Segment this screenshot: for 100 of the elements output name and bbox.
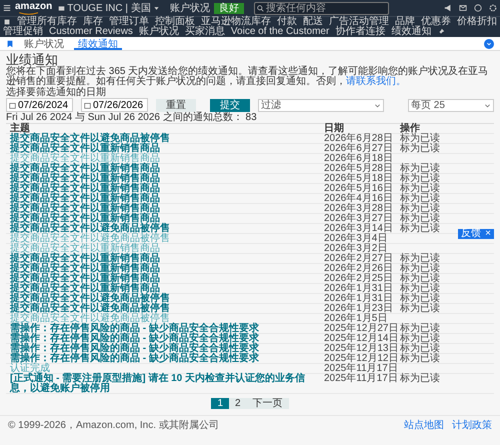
nav-link[interactable]: 管理促销 — [3, 27, 43, 37]
nav-link[interactable]: 买家消息 — [184, 27, 225, 37]
date-cell-text: 2026年3月14日 — [324, 224, 394, 234]
column-header: 日期 — [324, 124, 345, 134]
tab[interactable]: 绩效通知 — [74, 37, 122, 50]
notification-link[interactable]: 提交商品安全文件以重新销售商品 — [10, 164, 160, 174]
health-badge: 良好 — [214, 2, 244, 14]
date-cell-text: 2025年12月12日 — [324, 354, 400, 364]
mark-read-link[interactable]: 标为已读 — [400, 353, 440, 364]
date-field[interactable]: 07/26/2024 — [6, 98, 73, 112]
notification-link[interactable]: 需操作：存在停售风险的商品 - 缺少商品安全合规性要求 — [10, 354, 259, 364]
mark-read-link[interactable]: 标为已读 — [400, 323, 440, 334]
mail-icon[interactable] — [459, 4, 467, 12]
mark-read-link[interactable]: 标为已读 — [400, 303, 440, 314]
calendar-icon — [9, 102, 16, 108]
notification-link[interactable]: 需操作：存在停售风险的商品 - 缺少商品安全合规性要求 — [10, 344, 259, 354]
date-cell-text: 2026年5月16日 — [324, 184, 394, 194]
page-button[interactable]: 2 — [229, 398, 247, 409]
nav-link[interactable]: 账户状况 — [138, 27, 179, 37]
nav-link[interactable]: 管理订单 — [109, 17, 149, 27]
calendar-icon — [84, 102, 91, 108]
nav-link[interactable]: 控制面板 — [155, 17, 195, 27]
notification-link[interactable]: 提交商品安全文件以重新销售商品 — [10, 254, 160, 264]
page-button[interactable]: 1 — [211, 398, 229, 409]
mark-read-link[interactable]: 标为已读 — [400, 333, 440, 344]
reset-button[interactable]: 重置 — [156, 98, 196, 112]
notification-link[interactable]: 提交商品安全文件以避免商品被停售 — [10, 304, 170, 314]
notification-link[interactable]: 提交商品安全文件以重新销售商品 — [10, 174, 160, 184]
mark-read-link[interactable]: 标为已读 — [400, 293, 440, 304]
page-size-dropdown[interactable]: 每页 25 — [408, 98, 494, 112]
mark-read-link[interactable]: 标为已读 — [400, 283, 440, 294]
nav-link[interactable]: 配送 — [303, 17, 323, 27]
bookmark-icon[interactable] — [6, 40, 14, 48]
notification-link[interactable]: 提交商品安全文件以重新销售商品 — [10, 284, 160, 294]
page-button[interactable]: 下一页 — [246, 398, 289, 409]
nav-link[interactable]: 协作者连接 — [335, 27, 386, 37]
footer-link[interactable]: 站点地图 — [404, 421, 444, 431]
chevron-down-icon — [374, 102, 381, 108]
date-cell-text: 2026年5月18日 — [324, 174, 394, 184]
submit-button[interactable]: 提交 — [210, 98, 250, 112]
notification-link[interactable]: 提交商品安全文件以避免商品被停售 — [10, 224, 170, 234]
pin-icon[interactable] — [437, 28, 446, 36]
date-cell-text: 2026年1月5日 — [324, 314, 388, 324]
date-cell-text: 2026年6月27日 — [324, 144, 394, 154]
megaphone-icon[interactable] — [444, 4, 452, 12]
mark-read-link[interactable]: 标为已读 — [400, 263, 440, 274]
mark-read-link[interactable]: 标为已读 — [400, 193, 440, 204]
notification-link[interactable]: 提交商品安全文件以重新销售商品 — [10, 194, 160, 204]
notification-link[interactable]: 提交商品安全文件以重新销售商品 — [10, 264, 160, 274]
mark-read-link[interactable]: 标为已读 — [400, 133, 440, 144]
date-field[interactable]: 07/26/2026 — [81, 98, 148, 112]
date-cell-text: 2026年1月31日 — [324, 294, 394, 304]
notification-link[interactable]: 提交商品安全文件以重新销售商品 — [10, 184, 160, 194]
nav-link[interactable]: 库存 — [83, 17, 103, 27]
notification-link[interactable]: 需操作：存在停售风险的商品 - 缺少商品安全合规性要求 — [10, 324, 259, 334]
mark-read-link[interactable]: 标为已读 — [400, 213, 440, 224]
menu-icon[interactable] — [3, 4, 11, 12]
search-icon — [256, 4, 264, 12]
close-icon[interactable]: × — [485, 229, 491, 239]
nav-link[interactable]: 价格折扣 — [457, 17, 497, 27]
notification-link[interactable]: 提交商品安全文件以避免商品被停售 — [10, 134, 170, 144]
mark-read-link[interactable]: 标为已读 — [400, 163, 440, 174]
nav-link[interactable]: Voice of the Customer — [230, 27, 330, 37]
tab[interactable]: 账户状况 — [20, 37, 68, 50]
mark-read-link[interactable]: 标为已读 — [400, 203, 440, 214]
chevron-button-icon[interactable] — [484, 38, 494, 48]
nav-link[interactable]: 管理所有库存 — [17, 17, 77, 27]
footer-link[interactable]: 计划政策 — [452, 421, 492, 431]
notification-link[interactable]: 提交商品安全文件以重新销售商品 — [10, 214, 160, 224]
notification-link[interactable]: 提交商品安全文件以重新销售商品 — [10, 274, 160, 284]
notification-link[interactable]: 提交商品安全文件以重新销售商品 — [10, 144, 160, 154]
date-label: 选择要筛选通知的日期 — [6, 87, 107, 98]
date-cell-text: 2025年12月14日 — [324, 334, 400, 344]
settings-icon[interactable] — [489, 4, 497, 12]
nav-link[interactable]: 亚马逊物流库存 — [201, 17, 271, 27]
date-cell-text: 2025年12月13日 — [324, 344, 400, 354]
store-selector[interactable]: TOUGE INC | 美国 — [56, 1, 162, 15]
mark-read-link[interactable]: 标为已读 — [400, 173, 440, 184]
mark-read-link[interactable]: 标为已读 — [400, 223, 440, 234]
mark-read-link[interactable]: 标为已读 — [400, 373, 440, 384]
help-icon[interactable] — [474, 4, 482, 12]
nav-link[interactable]: 绩效通知 — [391, 27, 432, 37]
mark-read-link[interactable]: 标为已读 — [400, 253, 440, 264]
nav-link[interactable]: 付款 — [277, 17, 297, 27]
feedback-button[interactable]: 反馈 × — [458, 229, 494, 239]
nav-link[interactable]: 广告活动管理 — [329, 17, 389, 27]
mark-read-link[interactable]: 标为已读 — [400, 183, 440, 194]
nav-link[interactable]: 品牌 — [395, 17, 415, 27]
mark-read-link[interactable]: 标为已读 — [400, 273, 440, 284]
mark-read-link[interactable]: 标为已读 — [400, 143, 440, 154]
nav-link[interactable]: 优惠券 — [421, 17, 451, 27]
notification-link[interactable]: 需操作：存在停售风险的商品 - 缺少商品安全合规性要求 — [10, 334, 259, 344]
filter-dropdown[interactable]: 过滤 — [258, 98, 384, 112]
nav-link[interactable]: Customer Reviews — [49, 27, 133, 37]
mark-read-link[interactable]: 标为已读 — [400, 343, 440, 354]
notification-link[interactable]: 提交商品安全文件以避免商品被停售 — [10, 294, 170, 304]
contact-link[interactable]: 请联系我们。 — [346, 76, 406, 87]
amazon-logo[interactable]: amazon — [15, 2, 52, 14]
notification-link[interactable]: [正式通知 - 需要注册原型措施] 请在 10 天内检查并认证您的业务信息，以避免账户被停用 — [10, 374, 324, 394]
notification-link[interactable]: 提交商品安全文件以重新销售商品 — [10, 204, 160, 214]
